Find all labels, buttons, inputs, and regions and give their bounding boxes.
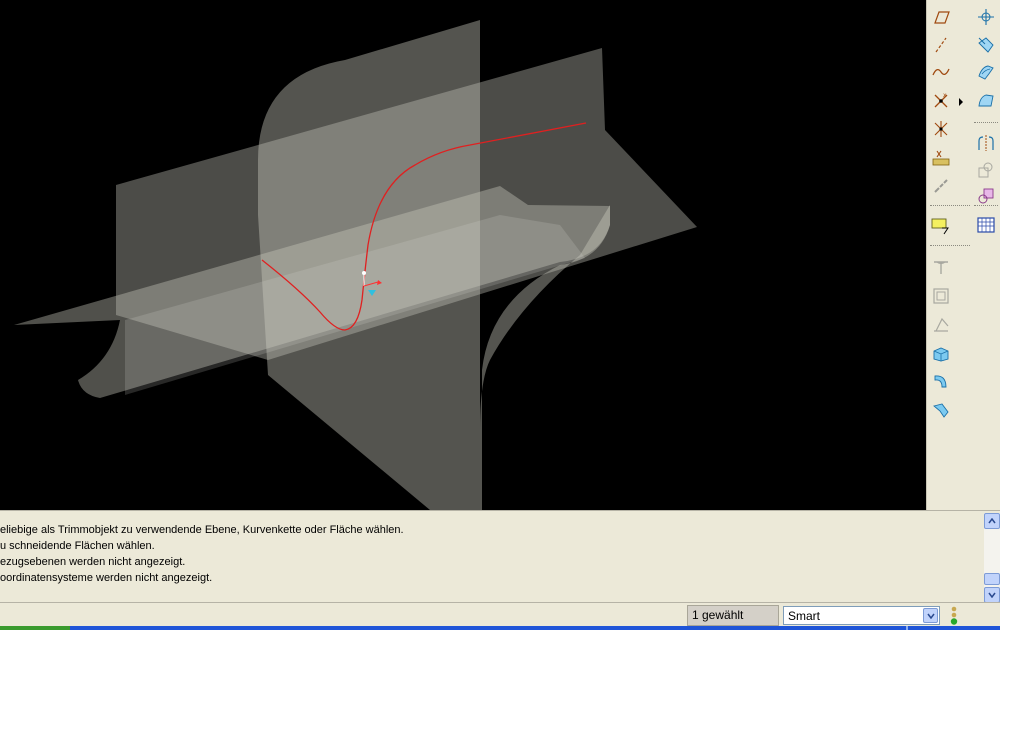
- flange-icon[interactable]: [929, 398, 953, 422]
- progress-indicator: [0, 626, 70, 630]
- chevron-down-icon[interactable]: [923, 608, 938, 623]
- sweep-icon[interactable]: [929, 369, 953, 393]
- scroll-up-button[interactable]: [984, 513, 1000, 529]
- plane-icon[interactable]: [929, 5, 953, 29]
- offset-point-icon[interactable]: [929, 117, 953, 141]
- window-bottom-strip: [0, 626, 1000, 630]
- model-view[interactable]: [0, 0, 926, 510]
- feature-toolbar: x: [926, 0, 1000, 510]
- chain-link-icon[interactable]: [929, 174, 953, 198]
- message-line: ezugsebenen werden nicht angezeigt.: [0, 556, 186, 568]
- message-scrollbar[interactable]: [984, 513, 1000, 603]
- strip-divider: [906, 626, 908, 630]
- svg-text:x: x: [943, 92, 947, 99]
- shell-icon[interactable]: [929, 284, 953, 308]
- fill-surface-icon[interactable]: [974, 89, 998, 113]
- sketched-curve-icon[interactable]: [929, 60, 953, 84]
- toolbar-separator: [974, 122, 998, 123]
- message-list: eliebige als Trimmobjekt zu verwendende …: [0, 522, 404, 586]
- flyout-arrow-icon[interactable]: [959, 98, 963, 106]
- message-line: eliebige als Trimmobjekt zu verwendende …: [0, 524, 404, 536]
- boundary-blend-icon[interactable]: [974, 60, 998, 84]
- graphics-viewport[interactable]: [0, 0, 926, 510]
- message-line: oordinatensysteme werden nicht angezeigt…: [0, 572, 213, 584]
- scroll-down-button[interactable]: [984, 587, 1000, 603]
- extrude-icon[interactable]: [929, 341, 953, 365]
- copy-icon[interactable]: [974, 158, 998, 182]
- draft-icon[interactable]: [929, 312, 953, 336]
- toolbar-separator: [930, 245, 970, 246]
- scroll-thumb[interactable]: [984, 573, 1000, 585]
- cad-window: x eliebige als Trimmobjekt zu verwendend…: [0, 0, 1000, 630]
- mirror-icon[interactable]: [974, 131, 998, 155]
- selection-filter-value: Smart: [788, 609, 821, 623]
- table-icon[interactable]: [974, 213, 998, 237]
- message-area: eliebige als Trimmobjekt zu verwendende …: [0, 510, 1000, 603]
- note-icon[interactable]: [929, 213, 953, 237]
- point-field-icon[interactable]: [929, 146, 953, 170]
- datum-axis-icon[interactable]: [929, 33, 953, 57]
- round-icon[interactable]: [929, 255, 953, 279]
- datum-point-icon[interactable]: x: [929, 89, 953, 113]
- coordinate-system-icon[interactable]: [974, 5, 998, 29]
- toolbar-separator: [930, 205, 970, 206]
- message-line: u schneidende Flächen wählen.: [0, 540, 155, 552]
- toolbar-separator: [974, 205, 998, 206]
- status-light-icon: [950, 606, 958, 625]
- selection-filter-dropdown[interactable]: Smart: [783, 606, 940, 625]
- extend-surface-icon[interactable]: [974, 33, 998, 57]
- status-bar: 1 gewählt Smart: [0, 602, 1000, 626]
- selection-count: 1 gewählt: [687, 605, 779, 626]
